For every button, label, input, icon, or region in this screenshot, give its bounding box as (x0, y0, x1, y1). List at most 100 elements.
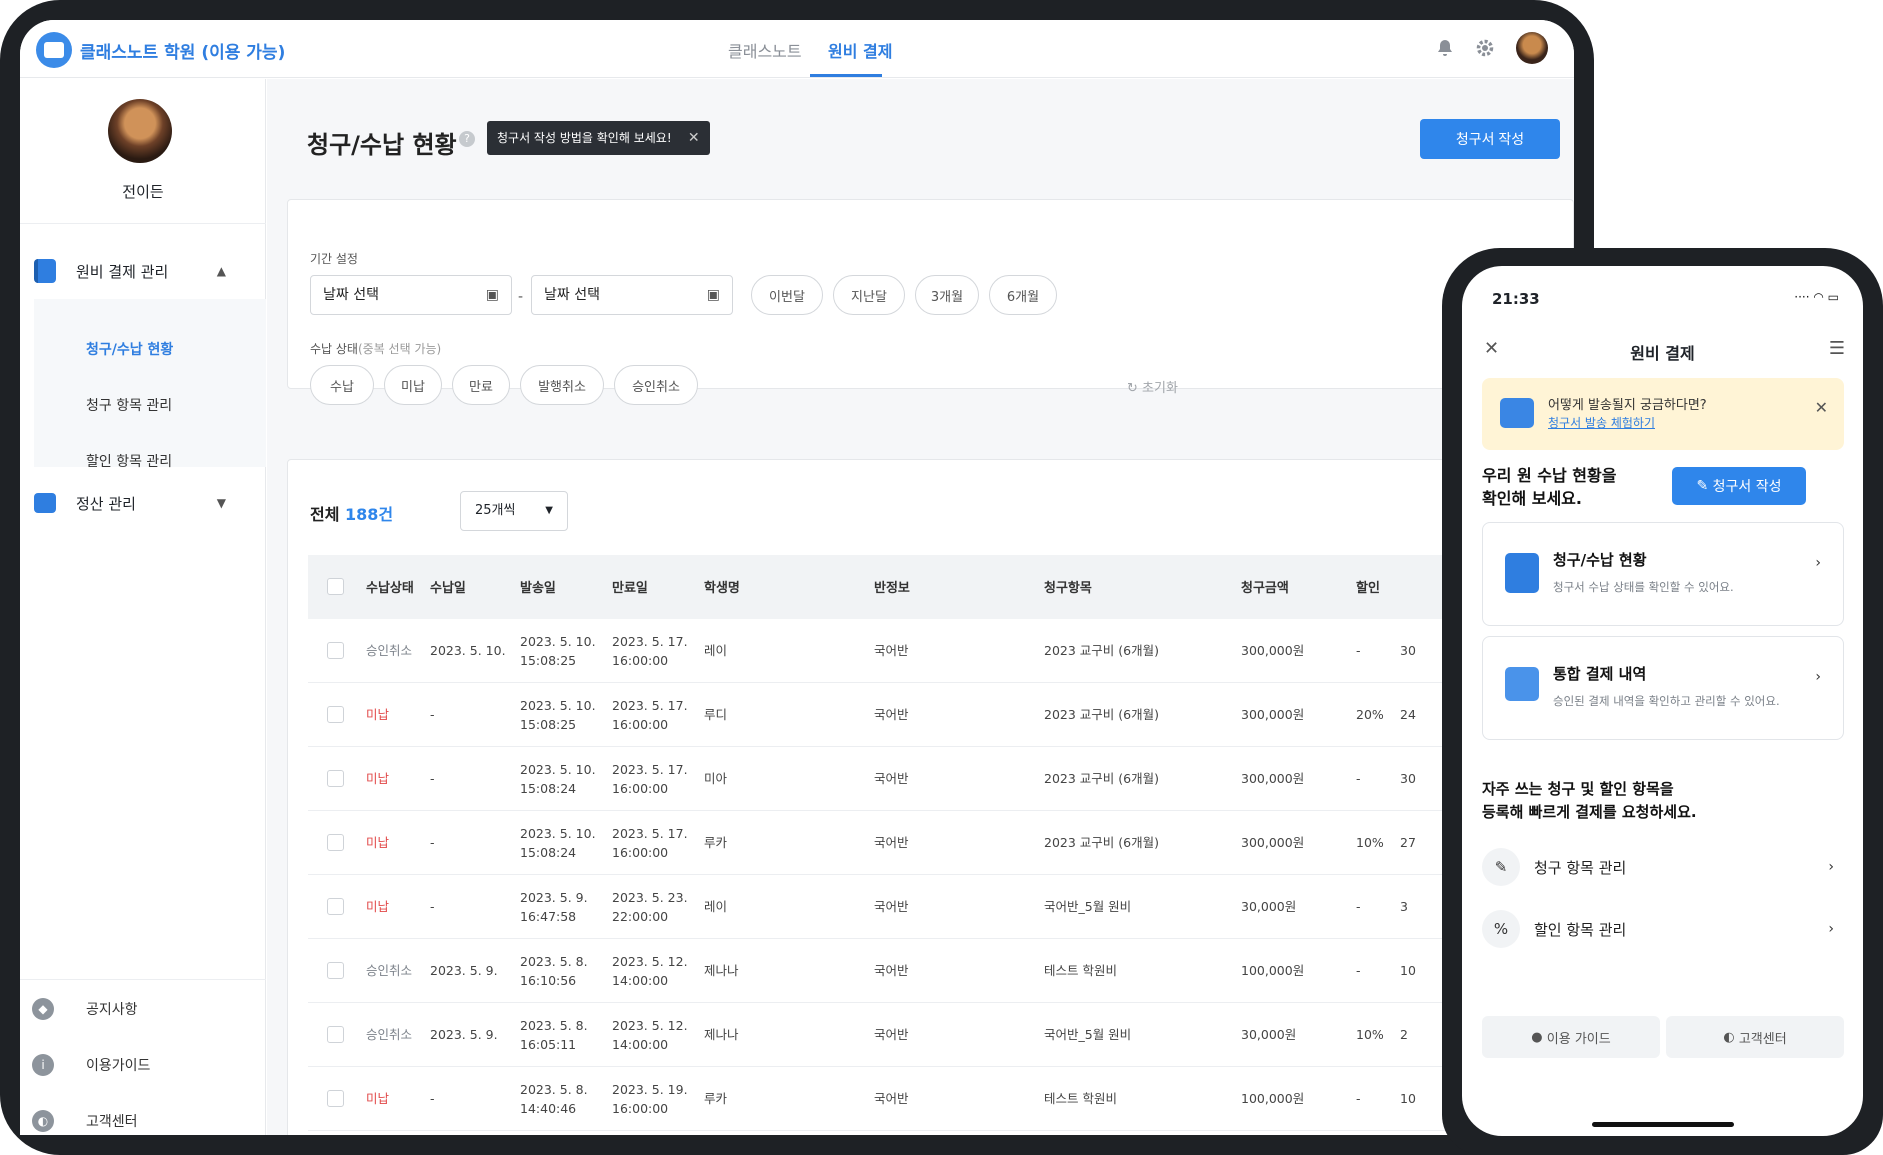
col-class[interactable]: 반정보 (874, 577, 910, 596)
card-payment-history[interactable]: 통합 결제 내역 승인된 결제 내역을 확인하고 관리할 수 있어요. › (1482, 636, 1844, 740)
row-checkbox[interactable] (327, 642, 344, 659)
expiry-date: 2023. 5. 17. (612, 762, 688, 777)
expiry-date: 2023. 5. 23. (612, 890, 688, 905)
col-sent-date[interactable]: 발송일 (520, 577, 556, 596)
help-icon[interactable]: ? (459, 131, 475, 147)
col-status[interactable]: 수납상태 (366, 577, 414, 596)
start-date-input[interactable]: 날짜 선택 ▣ (310, 275, 512, 315)
sent-date: 2023. 5. 8. (520, 1018, 588, 1033)
table-row[interactable]: 승인취소 2023. 5. 10. 2023. 5. 10. 15:08:25 2023… (308, 619, 1574, 683)
user-avatar[interactable] (1516, 32, 1548, 64)
reset-button[interactable]: ↻ 초기화 (1127, 377, 1178, 396)
table-row[interactable]: 미납 - 2023. 5. 10. 15:08:24 2023. 5. 17. 16:00… (308, 811, 1574, 875)
range-this-month[interactable]: 이번달 (751, 275, 823, 315)
table-row[interactable]: 승인취소 2023. 5. 9. 2023. 5. 8. 16:05:11 2023. … (308, 1003, 1574, 1067)
sent-date: 2023. 5. 10. (520, 634, 596, 649)
status-expired[interactable]: 만료 (452, 365, 510, 405)
sent-time: 15:08:25 (520, 717, 577, 732)
billing-amount: 300,000원 (1241, 771, 1305, 786)
table-header: 수납상태 수납일 발송일 만료일 학생명 반정보 청구항목 청구금액 할인 (308, 555, 1574, 619)
create-invoice-button[interactable]: 청구서 작성 (1420, 119, 1560, 159)
page-size-select[interactable]: 25개씩 ▼ (460, 491, 568, 531)
discount: 20% (1356, 707, 1384, 722)
tab-classnote[interactable]: 클래스노트 (728, 38, 802, 62)
list-billing-items[interactable]: ✎ 청구 항목 관리 › (1482, 844, 1844, 890)
list-discount-items[interactable]: % 할인 항목 관리 › (1482, 906, 1844, 952)
paid-date: - (430, 899, 435, 914)
row-checkbox[interactable] (327, 770, 344, 787)
sidebar-item-billing-status[interactable]: 청구/수납 현황 (86, 339, 173, 359)
sidebar-group-payment[interactable]: 원비 결제 관리 ▲ (34, 249, 250, 293)
sent-date: 2023. 5. 8. (520, 954, 588, 969)
row-checkbox[interactable] (327, 706, 344, 723)
sent-time: 16:05:11 (520, 1037, 577, 1052)
phone-heading-2: 자주 쓰는 청구 및 할인 항목을 등록해 빠르게 결제를 요청하세요. (1482, 778, 1697, 824)
truncated-cell: 2 (1400, 1027, 1408, 1042)
col-student[interactable]: 학생명 (704, 577, 740, 596)
row-checkbox[interactable] (327, 962, 344, 979)
profile-avatar (108, 99, 172, 163)
sidebar-footer-support[interactable]: ◐ 고객센터 (32, 1099, 254, 1135)
col-item[interactable]: 청구항목 (1044, 577, 1092, 596)
banner-link[interactable]: 청구서 발송 체험하기 (1548, 414, 1655, 431)
sidebar-footer-notice[interactable]: ◆ 공지사항 (32, 987, 254, 1031)
truncated-cell: 24 (1400, 707, 1416, 722)
col-paid-date[interactable]: 수납일 (430, 577, 466, 596)
status-issue-cancelled[interactable]: 발행취소 (520, 365, 604, 405)
sidebar-footer-guide[interactable]: i 이용가이드 (32, 1043, 254, 1087)
student-name: 루디 (704, 707, 728, 722)
class-name: 국어반 (874, 963, 909, 978)
row-checkbox[interactable] (327, 898, 344, 915)
caret-down-icon: ▼ (545, 505, 553, 516)
table-row[interactable]: 미납 - 2023. 5. 9. 16:47:58 2023. 5. 23. 22:00:… (308, 875, 1574, 939)
paid-date: 2023. 5. 10. (430, 643, 506, 658)
chevron-right-icon: › (1828, 859, 1834, 875)
date-placeholder: 날짜 선택 (323, 287, 379, 303)
row-checkbox[interactable] (327, 1090, 344, 1107)
phone-guide-button[interactable]: ● 이용 가이드 (1482, 1016, 1660, 1058)
footer-label: 공지사항 (86, 1002, 138, 1018)
brand-title[interactable]: 클래스노트 학원 (이용 가능) (80, 38, 285, 63)
sidebar-item-discount-items[interactable]: 할인 항목 관리 (86, 451, 172, 471)
status-paid[interactable]: 수납 (310, 365, 374, 405)
sent-time: 15:08:25 (520, 653, 577, 668)
status-time: 21:33 (1492, 290, 1540, 308)
phone-create-invoice-button[interactable]: ✎ 청구서 작성 (1672, 467, 1806, 505)
expiry-date: 2023. 5. 12. (612, 954, 688, 969)
close-icon[interactable]: ✕ (688, 121, 700, 155)
table-row[interactable]: 승인취소 2023. 5. 9. 2023. 5. 8. 16:10:56 2023. … (308, 939, 1574, 1003)
tab-payment[interactable]: 원비 결제 (828, 38, 892, 62)
col-expiry-date[interactable]: 만료일 (612, 577, 648, 596)
range-3-months[interactable]: 3개월 (915, 275, 979, 315)
status-unpaid[interactable]: 미납 (384, 365, 442, 405)
main-content: 청구/수납 현황 ? 청구서 작성 방법을 확인해 보세요! ✕ 청구서 작성 기… (267, 79, 1574, 1135)
end-date-input[interactable]: 날짜 선택 ▣ (531, 275, 733, 315)
close-icon[interactable]: ✕ (1815, 398, 1828, 417)
status-approval-cancelled[interactable]: 승인취소 (614, 365, 698, 405)
col-amount[interactable]: 청구금액 (1241, 577, 1289, 596)
table-row[interactable]: 미납 - 2023. 5. 8. 14:40:46 2023. 5. 19. 16:00:… (308, 1067, 1574, 1131)
phone-support-button[interactable]: ◐ 고객센터 (1666, 1016, 1844, 1058)
active-tab-indicator (810, 74, 882, 77)
bell-icon[interactable] (1434, 38, 1456, 60)
sidebar-item-billing-items[interactable]: 청구 항목 관리 (86, 395, 172, 415)
range-6-months[interactable]: 6개월 (989, 275, 1057, 315)
table-row[interactable]: 미납 - 2023. 5. 10. 15:08:25 2023. 5. 17. 16:00… (308, 683, 1574, 747)
card-billing-status[interactable]: 청구/수납 현황 청구서 수납 상태를 확인할 수 있어요. › (1482, 522, 1844, 626)
row-checkbox[interactable] (327, 834, 344, 851)
table-row[interactable]: 미납 - 2023. 5. 10. 15:08:24 2023. 5. 17. 16:00… (308, 747, 1574, 811)
discount-icon: % (1482, 910, 1520, 948)
user-name: 전이든 (122, 183, 164, 201)
gear-icon[interactable] (1474, 38, 1496, 60)
menu-icon[interactable]: ☰ (1829, 338, 1845, 359)
sent-date: 2023. 5. 10. (520, 826, 596, 841)
select-all-checkbox[interactable] (327, 578, 344, 595)
expiry-time: 22:00:00 (612, 909, 669, 924)
sent-time: 16:47:58 (520, 909, 577, 924)
range-last-month[interactable]: 지난달 (833, 275, 905, 315)
table-row[interactable]: 2023. 5. 8.2023. 5. 12. (308, 1131, 1574, 1135)
sidebar-group-settlement[interactable]: 정산 관리 ▼ (34, 481, 250, 525)
row-checkbox[interactable] (327, 1026, 344, 1043)
col-discount[interactable]: 할인 (1356, 577, 1380, 596)
heading-line: 우리 원 수납 현황을 (1482, 466, 1617, 485)
